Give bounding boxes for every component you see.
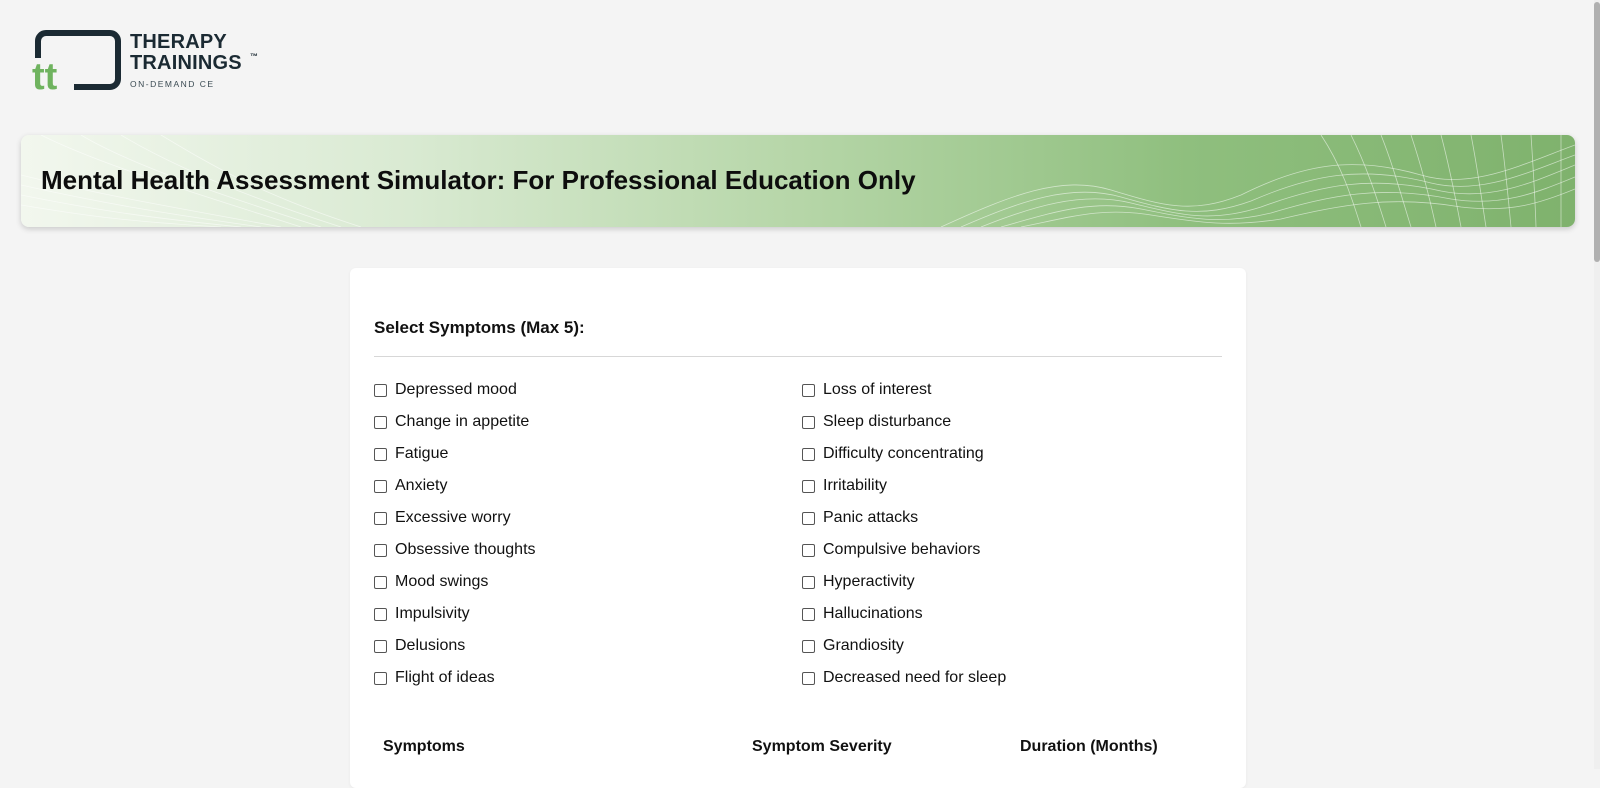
checkbox[interactable] (374, 575, 387, 589)
page-scrollbar[interactable] (1594, 0, 1600, 769)
column-header-severity: Symptom Severity (752, 738, 892, 755)
symptom-label: Sleep disturbance (823, 413, 952, 430)
scrollbar-thumb[interactable] (1594, 2, 1600, 262)
symptom-label: Grandiosity (823, 637, 904, 654)
page-banner: Mental Health Assessment Simulator: For … (21, 135, 1575, 227)
symptom-label: Change in appetite (395, 413, 530, 430)
checkbox[interactable] (374, 543, 387, 557)
symptom-label: Delusions (395, 637, 466, 654)
checkbox[interactable] (374, 479, 387, 493)
symptom-option[interactable]: Irritability (802, 470, 1222, 502)
symptom-table-header: Symptoms Symptom Severity Duration (Mont… (350, 738, 1246, 768)
checkbox[interactable] (802, 383, 815, 397)
symptom-label: Decreased need for sleep (823, 669, 1007, 686)
symptoms-section-title: Select Symptoms (Max 5): (374, 318, 585, 337)
symptom-label: Obsessive thoughts (395, 541, 536, 558)
logo-wordmark: THERAPY TRAININGS (130, 32, 242, 74)
symptom-label: Mood swings (395, 573, 489, 590)
checkbox[interactable] (802, 479, 815, 493)
symptom-option[interactable]: Delusions (374, 630, 802, 662)
svg-text:tt: tt (32, 56, 58, 94)
symptom-label: Anxiety (395, 477, 448, 494)
checkbox[interactable] (374, 383, 387, 397)
symptom-option[interactable]: Impulsivity (374, 598, 802, 630)
symptom-option[interactable]: Decreased need for sleep (802, 662, 1222, 694)
checkbox[interactable] (802, 511, 815, 525)
checkbox[interactable] (374, 415, 387, 429)
symptom-option[interactable]: Sleep disturbance (802, 406, 1222, 438)
symptom-option[interactable]: Hallucinations (802, 598, 1222, 630)
checkbox[interactable] (802, 639, 815, 653)
column-header-symptoms: Symptoms (383, 738, 465, 755)
symptom-label: Flight of ideas (395, 669, 495, 686)
symptom-label: Fatigue (395, 445, 449, 462)
symptom-option[interactable]: Hyperactivity (802, 566, 1222, 598)
column-header-duration: Duration (Months) (1020, 738, 1158, 755)
symptom-label: Loss of interest (823, 381, 932, 398)
checkbox[interactable] (374, 639, 387, 653)
logo-line-2: TRAININGS (130, 52, 242, 74)
checkbox[interactable] (802, 415, 815, 429)
checkbox[interactable] (802, 607, 815, 621)
symptom-option[interactable]: Anxiety (374, 470, 802, 502)
symptom-option[interactable]: Grandiosity (802, 630, 1222, 662)
symptom-label: Hallucinations (823, 605, 923, 622)
checkbox[interactable] (802, 447, 815, 461)
checkbox[interactable] (802, 671, 815, 685)
symptom-option[interactable]: Change in appetite (374, 406, 802, 438)
symptom-option[interactable]: Fatigue (374, 438, 802, 470)
symptom-label: Compulsive behaviors (823, 541, 981, 558)
checkbox[interactable] (374, 511, 387, 525)
symptom-label: Panic attacks (823, 509, 919, 526)
logo-mark-icon: tt (32, 30, 121, 98)
symptom-option[interactable]: Compulsive behaviors (802, 534, 1222, 566)
symptom-label: Difficulty concentrating (823, 445, 984, 462)
symptom-label: Impulsivity (395, 605, 470, 622)
symptom-option[interactable]: Obsessive thoughts (374, 534, 802, 566)
symptom-option[interactable]: Difficulty concentrating (802, 438, 1222, 470)
section-divider (374, 356, 1222, 357)
checkbox[interactable] (802, 543, 815, 557)
assessment-form-card: Select Symptoms (Max 5): Depressed mood … (350, 268, 1246, 788)
symptom-option[interactable]: Depressed mood (374, 374, 802, 406)
symptom-option[interactable]: Mood swings (374, 566, 802, 598)
symptom-option[interactable]: Flight of ideas (374, 662, 802, 694)
symptom-label: Excessive worry (395, 509, 511, 526)
symptom-label: Depressed mood (395, 381, 517, 398)
checkbox[interactable] (374, 607, 387, 621)
symptom-option[interactable]: Panic attacks (802, 502, 1222, 534)
symptom-label: Irritability (823, 477, 888, 494)
symptom-option[interactable]: Loss of interest (802, 374, 1222, 406)
checkbox[interactable] (802, 575, 815, 589)
checkbox[interactable] (374, 671, 387, 685)
symptom-option[interactable]: Excessive worry (374, 502, 802, 534)
symptom-checkbox-list: Depressed mood Loss of interest Change i… (374, 374, 1222, 694)
checkbox[interactable] (374, 447, 387, 461)
symptom-label: Hyperactivity (823, 573, 915, 590)
logo-tagline: ON-DEMAND CE (130, 79, 215, 89)
therapy-trainings-logo[interactable]: tt THERAPY TRAININGS ™ ON-DEMAND CE (32, 28, 272, 98)
logo-line-1: THERAPY (130, 31, 227, 53)
logo-trademark: ™ (250, 52, 258, 61)
page-title: Mental Health Assessment Simulator: For … (41, 165, 916, 195)
